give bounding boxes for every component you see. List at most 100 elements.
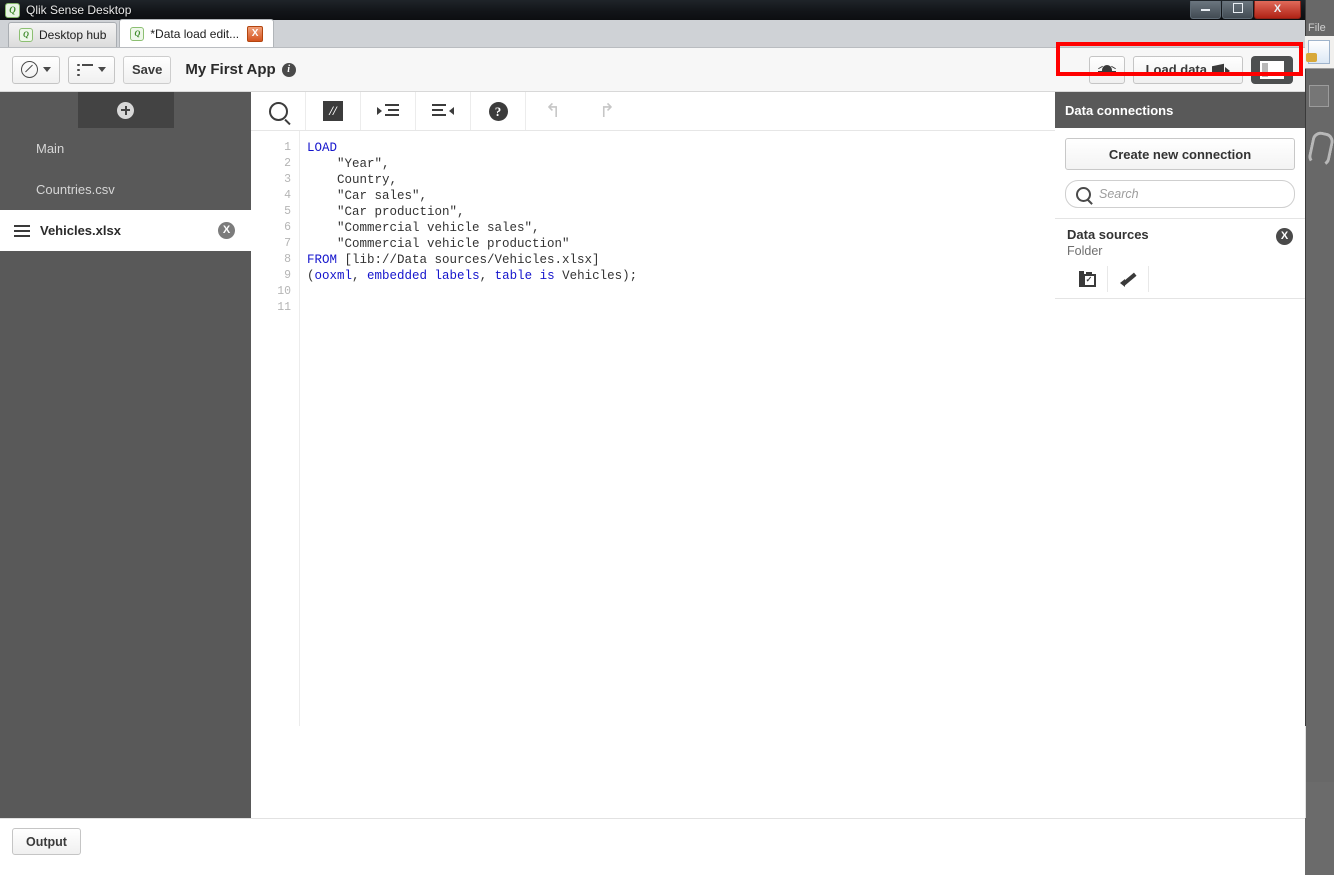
search-placeholder: Search	[1099, 187, 1139, 201]
info-icon[interactable]: i	[281, 62, 296, 77]
code-token: table is	[494, 269, 555, 283]
line-number: 11	[277, 301, 291, 314]
question-mark-icon: ?	[488, 101, 508, 121]
sections-panel-filler	[0, 726, 251, 818]
code-token: Country,	[307, 173, 398, 187]
list-icon	[77, 63, 93, 76]
code-token: "Car production",	[307, 205, 465, 219]
code-token: FROM	[307, 253, 338, 267]
close-window-button[interactable]: X	[1254, 1, 1301, 19]
delete-connection-icon[interactable]: X	[1276, 228, 1293, 245]
line-number: 4	[284, 189, 291, 202]
edit-connection-button[interactable]	[1108, 266, 1149, 292]
create-connection-wrap: Create new connection	[1055, 128, 1305, 180]
line-number: 3	[284, 173, 291, 186]
select-data-button[interactable]: ✓	[1067, 266, 1108, 292]
outdent-button[interactable]	[416, 92, 471, 130]
editor-search-button[interactable]	[251, 92, 306, 130]
save-button[interactable]: Save	[123, 55, 172, 84]
code-token: ,	[479, 269, 495, 283]
minimize-button[interactable]	[1190, 1, 1221, 19]
app-title-label: My First App	[185, 61, 276, 78]
load-data-button[interactable]: Load data	[1132, 55, 1243, 84]
comment-icon: //	[323, 101, 343, 121]
connection-type: Folder	[1067, 244, 1103, 258]
search-icon	[1076, 186, 1091, 202]
code-token: "Car sales",	[307, 189, 428, 203]
qlik-logo-icon: Q	[5, 2, 20, 18]
code-token: LOAD	[307, 141, 338, 155]
navigation-icon	[21, 61, 38, 78]
code-token: embedded labels	[367, 269, 480, 283]
tab-data-load-editor[interactable]: Q *Data load edit... X	[119, 19, 275, 47]
window-titlebar: Q Qlik Sense Desktop X	[0, 0, 1305, 21]
navigation-menu-button[interactable]	[12, 55, 60, 84]
code-token: ooxml	[314, 269, 353, 283]
line-number: 2	[284, 157, 291, 170]
add-section-button[interactable]	[77, 92, 174, 128]
sections-panel: Main Countries.csv Vehicles.xlsx X	[0, 92, 251, 726]
background-file-menu: File	[1308, 22, 1326, 34]
tab-strip: Q Desktop hub Q *Data load edit... X	[0, 19, 1305, 48]
qlik-tab-icon: Q	[130, 26, 145, 41]
redo-button[interactable]: ↱	[580, 92, 634, 130]
sidebar-item-main[interactable]: Main	[0, 128, 251, 169]
data-connections-filler	[1055, 726, 1305, 818]
pencil-icon	[1119, 271, 1137, 287]
qlik-tab-icon: Q	[19, 28, 33, 42]
search-input[interactable]: Search	[1065, 180, 1295, 208]
search-wrap: Search	[1055, 180, 1305, 218]
undo-icon: ↰	[545, 100, 561, 122]
line-number: 7	[284, 237, 291, 250]
app-toolbar: Save My First App i Load data	[0, 48, 1305, 92]
code-line: Country,	[307, 172, 1055, 188]
redo-icon: ↱	[599, 100, 615, 122]
editor-toolbar: // ? ↰ ↱	[251, 92, 1055, 131]
page-icon	[1309, 85, 1329, 107]
code-area[interactable]: 1 2 3 4 5 6 7 8 9 10 11 LOAD "Year", Country, "Car…	[251, 131, 1055, 727]
main-content: Main Countries.csv Vehicles.xlsx X // ? …	[0, 92, 1306, 875]
data-connections-panel: Data connections Create new connection S…	[1055, 92, 1305, 726]
list-item[interactable]: Data sources Folder X ✓	[1055, 218, 1305, 299]
delete-section-icon[interactable]: X	[218, 222, 235, 239]
tab-desktop-hub[interactable]: Q Desktop hub	[8, 22, 118, 47]
code-token: (	[307, 269, 315, 283]
tab-label: Desktop hub	[39, 28, 107, 42]
line-number: 5	[284, 205, 291, 218]
code-content[interactable]: LOAD "Year", Country, "Car sales", "Car …	[300, 131, 1055, 727]
output-button[interactable]: Output	[12, 828, 81, 855]
toggle-panel-button[interactable]	[1251, 55, 1293, 84]
indent-button[interactable]	[361, 92, 416, 130]
debug-button[interactable]	[1088, 55, 1125, 84]
code-token: [lib://Data sources/Vehicles.xlsx]	[337, 253, 600, 267]
undo-button[interactable]: ↰	[526, 92, 580, 130]
section-label: Vehicles.xlsx	[40, 223, 121, 238]
background-window: File	[1305, 0, 1334, 782]
create-new-connection-button[interactable]: Create new connection	[1065, 138, 1295, 170]
chevron-down-icon	[98, 67, 106, 72]
code-token: "Commercial vehicle production"	[307, 237, 570, 251]
section-label: Countries.csv	[36, 182, 115, 197]
sections-header	[0, 92, 251, 128]
script-editor: // ? ↰ ↱ 1 2 3 4 5 6 7 8 9 10 11 LOAD "Y…	[251, 92, 1056, 727]
sidebar-item-countries[interactable]: Countries.csv	[0, 169, 251, 210]
close-tab-icon[interactable]: X	[247, 25, 264, 42]
code-token: "Year",	[307, 157, 390, 171]
sheets-menu-button[interactable]	[68, 55, 115, 84]
comment-button[interactable]: //	[306, 92, 361, 130]
line-number: 1	[284, 141, 291, 154]
drag-handle-icon[interactable]	[14, 224, 30, 237]
section-label: Main	[36, 141, 65, 156]
chevron-down-icon	[43, 67, 51, 72]
code-token: Vehicles);	[554, 269, 638, 283]
help-button[interactable]: ?	[471, 92, 526, 130]
code-line: "Year",	[307, 156, 1055, 172]
screen: File Q Qlik Sense Desktop X Q Desktop hu…	[0, 0, 1334, 875]
restore-button[interactable]	[1222, 1, 1253, 19]
page-title: My First App i	[185, 61, 296, 78]
sidebar-item-vehicles[interactable]: Vehicles.xlsx X	[0, 210, 251, 251]
line-number: 9	[284, 269, 291, 282]
code-line: "Commercial vehicle production"	[307, 236, 1055, 252]
